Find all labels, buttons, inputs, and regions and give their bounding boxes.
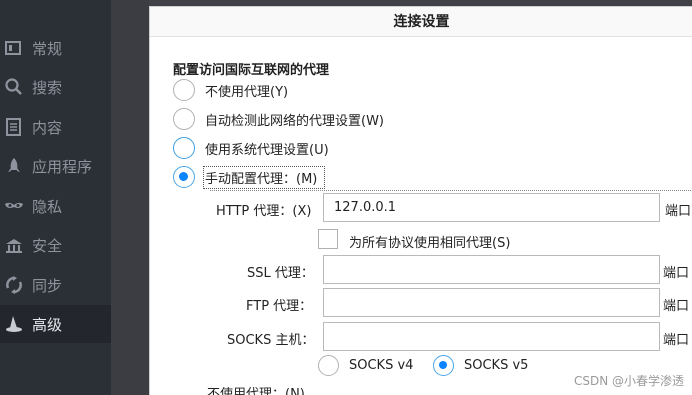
radio-label-auto-detect: 自动检测此网络的代理设置(W): [205, 113, 384, 129]
sidebar-item-security[interactable]: 安全: [0, 226, 111, 264]
dialog-title: 连接设置: [393, 14, 450, 30]
no-proxy-for-label: 不使用代理：(N): [207, 387, 305, 395]
socks-v4-label: SOCKS v4: [349, 358, 414, 373]
wizard-hat-icon: [6, 316, 22, 332]
focus-divider: [210, 190, 692, 191]
radio-label-no-proxy: 不使用代理(Y): [205, 84, 289, 100]
radio-label-system-proxy: 使用系统代理设置(U): [205, 142, 329, 158]
same-proxy-checkbox[interactable]: [318, 229, 338, 249]
sidebar-item-label: 常规: [32, 39, 63, 58]
radio-button[interactable]: [173, 108, 195, 130]
sidebar-item-general[interactable]: 常规: [0, 29, 111, 67]
sidebar-item-label: 隐私: [32, 197, 63, 216]
http-proxy-input[interactable]: 127.0.0.1: [323, 193, 660, 222]
ssl-proxy-label: SSL 代理：: [247, 266, 314, 281]
rocket-icon: [8, 158, 20, 172]
sidebar-item-label: 应用程序: [32, 157, 93, 176]
section-title: 配置访问国际互联网的代理: [173, 63, 330, 78]
sidebar-item-sync[interactable]: 同步: [0, 266, 111, 304]
radio-manual-proxy[interactable]: 手动配置代理：(M): [173, 164, 326, 190]
radio-no-proxy[interactable]: 不使用代理(Y): [173, 77, 288, 103]
radio-button[interactable]: [173, 79, 195, 101]
sidebar-item-advanced[interactable]: 高级: [0, 305, 111, 343]
radio-selected-dot: [439, 361, 447, 369]
socks-v4-option[interactable]: SOCKS v4: [318, 355, 413, 376]
socks-v5-label: SOCKS v5: [464, 358, 529, 373]
sidebar-item-label: 搜索: [32, 78, 63, 97]
sidebar-item-label: 同步: [32, 276, 63, 295]
radio-system-proxy[interactable]: 使用系统代理设置(U): [173, 135, 329, 161]
ssl-port-label: 端口: [663, 266, 690, 281]
radio-label-manual-proxy: 手动配置代理：(M): [202, 165, 326, 189]
watermark: CSDN @小春学渗透: [573, 374, 684, 388]
radio-auto-detect[interactable]: 自动检测此网络的代理设置(W): [173, 106, 384, 132]
content-icon: [6, 118, 21, 136]
socks-host-label: SOCKS 主机：: [227, 333, 315, 348]
sidebar-item-label: 内容: [32, 118, 63, 137]
socks-port-label: 端口: [663, 333, 690, 348]
mask-icon: [5, 202, 23, 208]
sidebar-item-content[interactable]: 内容: [0, 108, 111, 146]
radio-button[interactable]: [318, 355, 339, 376]
ftp-proxy-input[interactable]: [323, 288, 660, 317]
connection-settings-dialog: 连接设置 配置访问国际互联网的代理 不使用代理(Y) 自动检测此网络的代理设置(…: [149, 6, 692, 395]
radio-button[interactable]: [173, 166, 195, 188]
radio-button[interactable]: [433, 355, 454, 376]
same-proxy-label: 为所有协议使用相同代理(S): [349, 236, 511, 251]
sidebar-item-privacy[interactable]: 隐私: [0, 187, 111, 225]
http-port-label: 端口: [665, 204, 692, 219]
ftp-proxy-label: FTP 代理：: [246, 299, 313, 314]
search-icon: [5, 78, 22, 95]
sidebar-item-label: 高级: [32, 315, 63, 334]
socks-host-input[interactable]: [323, 322, 660, 351]
ssl-proxy-input[interactable]: [323, 255, 660, 284]
ftp-port-label: 端口: [663, 299, 690, 314]
sidebar-item-label: 安全: [32, 236, 63, 255]
sidebar-item-search[interactable]: 搜索: [0, 68, 111, 106]
radio-button[interactable]: [173, 137, 195, 159]
security-icon: [6, 239, 22, 253]
http-proxy-label: HTTP 代理：(X): [216, 204, 312, 219]
sidebar-item-applications[interactable]: 应用程序: [0, 147, 111, 185]
backdrop: [111, 0, 149, 395]
radio-selected-dot: [179, 172, 188, 181]
sidebar: 常规 搜索 内容 应用程序 隐私 安全 同步 高级: [0, 0, 111, 395]
general-icon: [5, 41, 21, 55]
dialog-titlebar: 连接设置: [150, 7, 692, 37]
socks-v5-option[interactable]: SOCKS v5: [433, 355, 528, 376]
sync-icon: [6, 276, 22, 294]
